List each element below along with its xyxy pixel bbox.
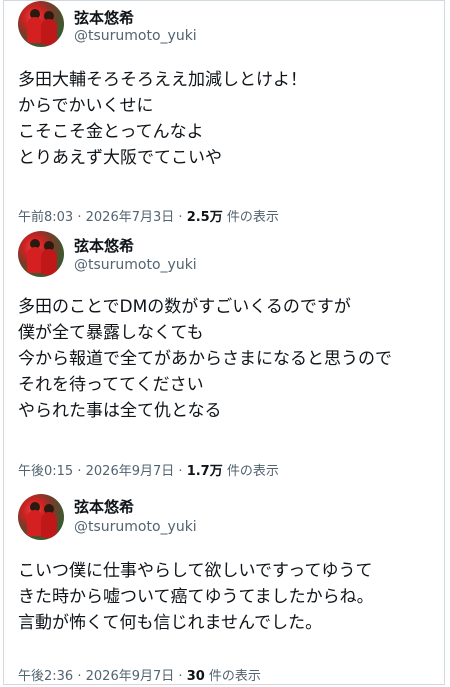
tweet-text: 多田大輔そろそろええ加減しとけよ！ からでかいくせに こそこそ金とってんなよ と… — [18, 70, 307, 168]
tweet-text: こいつ僕に仕事やらして欲しいですってゆうて きた時から嘘ついて癌てゆうてましたか… — [18, 561, 374, 633]
meta-separator: · — [178, 464, 183, 479]
tweet-date[interactable]: 2026年9月7日 — [86, 669, 175, 684]
avatar-person-body — [41, 19, 57, 45]
view-label[interactable]: 件の表示 — [227, 210, 279, 225]
tweet-meta: 午後0:15 · 2026年9月7日 · 1.7万 件の表示 — [18, 460, 279, 479]
avatar-person-body — [41, 249, 57, 275]
display-name[interactable]: 弦本悠希 — [74, 7, 134, 28]
view-label[interactable]: 件の表示 — [227, 464, 279, 479]
tweet-screenshot-frame: 弦本悠希 @tsurumoto_yuki 多田大輔そろそろええ加減しとけよ！ か… — [3, 0, 445, 685]
meta-separator: · — [178, 210, 183, 225]
tweet-time[interactable]: 午前8:03 — [18, 210, 73, 225]
view-count[interactable]: 2.5万 — [187, 210, 223, 225]
user-handle[interactable]: @tsurumoto_yuki — [74, 519, 197, 535]
avatar[interactable] — [18, 1, 64, 47]
user-handle[interactable]: @tsurumoto_yuki — [74, 28, 197, 44]
tweet-date[interactable]: 2026年7月3日 — [86, 210, 175, 225]
tweet-3[interactable]: 弦本悠希 @tsurumoto_yuki こいつ僕に仕事やらして欲しいですってゆ… — [4, 491, 444, 686]
tweet-2[interactable]: 弦本悠希 @tsurumoto_yuki 多田のことでDMの数がすごいくるのです… — [4, 231, 444, 486]
meta-separator: · — [178, 669, 183, 684]
avatar-person-body — [41, 512, 57, 538]
tweet-time[interactable]: 午後2:36 — [18, 669, 73, 684]
view-count[interactable]: 1.7万 — [187, 464, 223, 479]
tweet-1[interactable]: 弦本悠希 @tsurumoto_yuki 多田大輔そろそろええ加減しとけよ！ か… — [4, 1, 444, 231]
tweet-date[interactable]: 2026年9月7日 — [86, 464, 175, 479]
view-count[interactable]: 30 — [187, 669, 205, 684]
meta-separator: · — [77, 669, 82, 684]
avatar[interactable] — [18, 231, 64, 277]
view-label[interactable]: 件の表示 — [209, 669, 261, 684]
tweet-meta: 午後2:36 · 2026年9月7日 · 30 件の表示 — [18, 665, 261, 684]
display-name[interactable]: 弦本悠希 — [74, 496, 134, 517]
meta-separator: · — [77, 210, 82, 225]
meta-separator: · — [77, 464, 82, 479]
avatar[interactable] — [18, 494, 64, 540]
tweet-text: 多田のことでDMの数がすごいくるのですが 僕が全て暴露しなくても 今から報道で全… — [18, 297, 392, 421]
display-name[interactable]: 弦本悠希 — [74, 235, 134, 256]
user-handle[interactable]: @tsurumoto_yuki — [74, 257, 197, 273]
tweet-time[interactable]: 午後0:15 — [18, 464, 73, 479]
tweet-meta: 午前8:03 · 2026年7月3日 · 2.5万 件の表示 — [18, 206, 279, 225]
